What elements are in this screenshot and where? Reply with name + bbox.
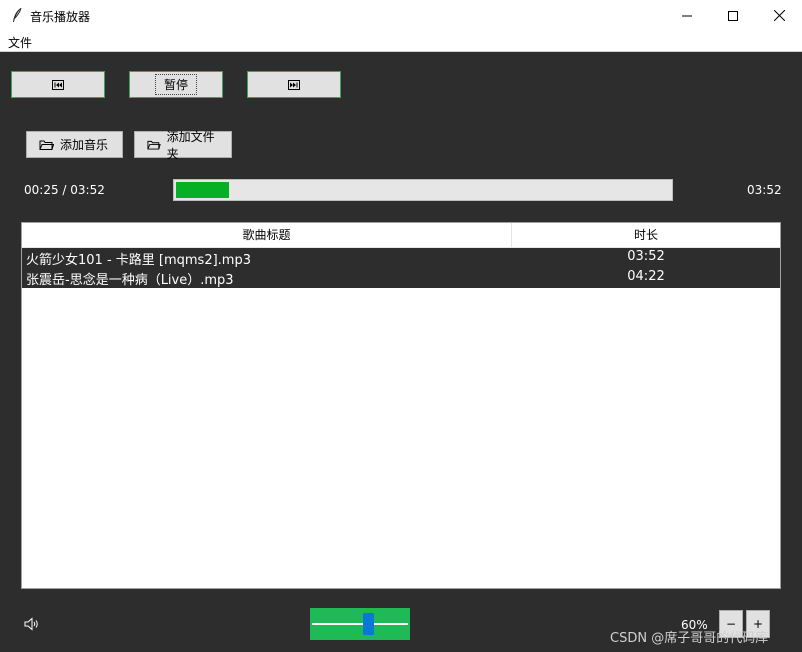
song-duration: 04:22 (627, 269, 665, 284)
speaker-icon (24, 617, 38, 631)
table-header: 歌曲标题 时长 (22, 223, 780, 248)
minimize-button[interactable] (664, 0, 710, 31)
close-button[interactable] (756, 0, 802, 31)
pause-button-label: 暂停 (154, 74, 197, 95)
window-title: 音乐播放器 (30, 10, 91, 24)
progress-bar[interactable] (173, 179, 673, 201)
add-music-label: 添加音乐 (60, 138, 109, 152)
song-title: 火箭少女101 - 卡路里 [mqms2].mp3 (26, 253, 251, 268)
next-button[interactable] (247, 71, 341, 98)
table-row[interactable]: 火箭少女101 - 卡路里 [mqms2].mp3 03:52 (22, 248, 780, 268)
volume-slider[interactable] (310, 608, 410, 640)
close-icon (773, 10, 785, 21)
skip-previous-icon (52, 79, 64, 90)
playlist-table: 歌曲标题 时长 火箭少女101 - 卡路里 [mqms2].mp3 03:52 … (21, 222, 781, 589)
maximize-icon (728, 10, 738, 21)
folder-icon (147, 140, 161, 150)
maximize-button[interactable] (710, 0, 756, 31)
add-music-button[interactable]: 添加音乐 (26, 131, 123, 158)
watermark: CSDN @席子哥哥的代码库 (610, 631, 769, 646)
skip-next-icon (288, 79, 300, 90)
previous-button[interactable] (11, 71, 105, 98)
song-title: 张震岳-思念是一种病（Live）.mp3 (26, 273, 234, 288)
volume-track (312, 623, 408, 625)
total-time: 03:52 (747, 183, 782, 197)
minimize-icon (682, 15, 692, 16)
menu-file[interactable]: 文件 (8, 34, 32, 51)
add-folder-label: 添加文件夹 (166, 129, 215, 161)
column-header-duration[interactable]: 时长 (512, 223, 780, 247)
feather-icon (13, 7, 22, 22)
elapsed-time: 00:25 / 03:52 (24, 183, 105, 197)
pause-button[interactable]: 暂停 (129, 71, 223, 98)
column-header-title[interactable]: 歌曲标题 (22, 223, 512, 247)
table-row[interactable]: 张震岳-思念是一种病（Live）.mp3 04:22 (22, 268, 780, 288)
progress-fill (176, 182, 229, 198)
folder-icon (39, 140, 54, 150)
title-bar: 音乐播放器 (0, 0, 802, 31)
song-duration: 03:52 (627, 249, 665, 264)
add-folder-button[interactable]: 添加文件夹 (134, 130, 232, 161)
volume-thumb[interactable] (363, 613, 374, 635)
menu-bar: 文件 (0, 31, 802, 52)
